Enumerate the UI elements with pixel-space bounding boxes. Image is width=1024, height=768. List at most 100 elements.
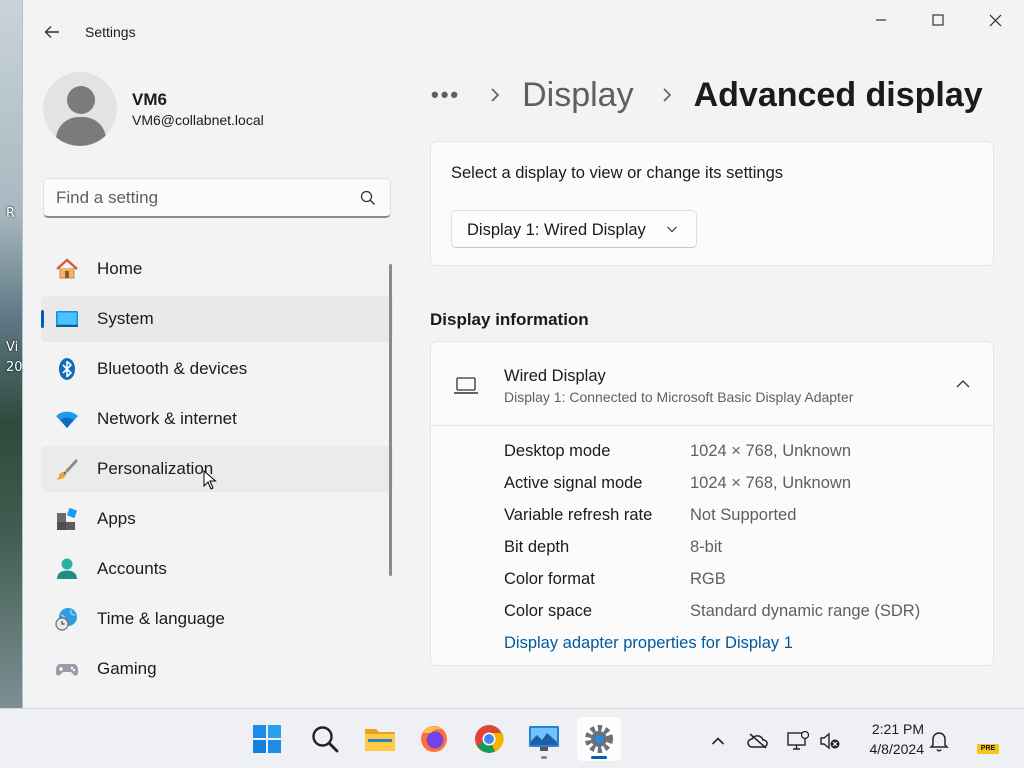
start-icon	[253, 725, 281, 753]
globe-clock-icon	[55, 608, 77, 631]
taskbar-search-button[interactable]	[303, 717, 347, 761]
info-row-color-space: Color space Standard dynamic range (SDR)	[504, 602, 984, 626]
info-key: Desktop mode	[504, 442, 611, 460]
maximize-icon	[932, 14, 944, 26]
display-info-header[interactable]: Wired Display Display 1: Connected to Mi…	[431, 342, 993, 426]
info-value: 1024 × 768, Unknown	[690, 474, 851, 492]
sidebar-item-gaming[interactable]: Gaming	[41, 646, 393, 692]
chevron-up-icon	[711, 737, 725, 745]
adapter-properties-link[interactable]: Display adapter properties for Display 1	[504, 634, 793, 653]
app-title: Settings	[85, 24, 136, 40]
sidebar-item-label: Accounts	[97, 559, 167, 578]
sidebar-item-label: Network & internet	[97, 409, 237, 428]
taskbar-firefox[interactable]	[412, 717, 456, 761]
info-value: 8-bit	[690, 538, 723, 556]
monitor-app-icon	[529, 726, 559, 751]
display-subtitle: Display 1: Connected to Microsoft Basic …	[504, 389, 854, 405]
sidebar-item-personalization[interactable]: Personalization	[41, 446, 393, 492]
mouse-cursor-icon	[203, 470, 217, 490]
avatar-head	[67, 86, 95, 114]
settings-window: Settings VM6 VM6@collabnet.local Home	[22, 0, 1024, 708]
clock-time: 2:21 PM	[871, 721, 924, 737]
home-icon	[56, 258, 78, 279]
breadcrumb-item-display[interactable]: Display	[522, 76, 633, 115]
display-select-card: Select a display to view or change its s…	[430, 141, 994, 266]
taskbar: 2:21 PM 4/8/2024	[0, 708, 1024, 768]
sidebar-item-label: Gaming	[97, 659, 157, 678]
desktop-icon-label: 20	[6, 360, 23, 375]
sidebar-item-network[interactable]: Network & internet	[41, 396, 393, 442]
active-indicator	[591, 756, 607, 759]
info-value: RGB	[690, 570, 726, 588]
info-value: 1024 × 768, Unknown	[690, 442, 851, 460]
settings-icon	[585, 725, 613, 753]
display-name: Wired Display	[504, 367, 606, 385]
title-bar: Settings	[23, 0, 1024, 62]
minimize-button[interactable]	[853, 0, 909, 40]
breadcrumb: ••• Display Advanced display	[431, 72, 983, 118]
info-row-variable-refresh-rate: Variable refresh rate Not Supported	[504, 506, 984, 530]
display-info-card: Wired Display Display 1: Connected to Mi…	[430, 341, 994, 666]
show-hidden-icons-button[interactable]	[706, 729, 730, 753]
onedrive-tray-button[interactable]	[746, 729, 770, 753]
info-row-desktop-mode: Desktop mode 1024 × 768, Unknown	[504, 442, 984, 466]
user-email: VM6@collabnet.local	[132, 112, 264, 128]
back-arrow-icon	[44, 26, 59, 38]
firefox-icon	[421, 726, 447, 752]
person-icon	[57, 558, 77, 579]
search-input[interactable]	[56, 187, 346, 209]
volume-muted-icon	[820, 732, 840, 750]
chevron-right-icon	[491, 88, 500, 102]
display-dropdown[interactable]: Display 1: Wired Display	[451, 210, 697, 248]
sidebar-nav: Home System Bluetooth & devices Network	[41, 246, 393, 696]
info-row-active-signal-mode: Active signal mode 1024 × 768, Unknown	[504, 474, 984, 498]
notifications-button[interactable]	[927, 729, 951, 753]
taskbar-monitor-app[interactable]	[522, 717, 566, 761]
sidebar-item-label: System	[97, 309, 154, 328]
volume-tray-button[interactable]	[818, 729, 842, 753]
gamepad-icon	[55, 664, 79, 676]
sidebar-item-time-language[interactable]: Time & language	[41, 596, 393, 642]
sidebar-item-bluetooth[interactable]: Bluetooth & devices	[41, 346, 393, 392]
chrome-icon	[475, 725, 504, 753]
chevron-right-icon	[663, 88, 671, 102]
info-key: Active signal mode	[504, 474, 643, 492]
network-monitor-icon	[787, 731, 809, 750]
minimize-icon	[876, 19, 886, 21]
sidebar-item-apps[interactable]: Apps	[41, 496, 393, 542]
desktop-icon-label: Vi	[6, 340, 19, 355]
info-key: Color format	[504, 570, 595, 588]
sidebar-item-label: Personalization	[97, 459, 214, 478]
system-icon	[56, 311, 78, 327]
info-value: Standard dynamic range (SDR)	[690, 602, 921, 620]
sidebar-item-accounts[interactable]: Accounts	[41, 546, 393, 592]
info-row-color-format: Color format RGB	[504, 570, 984, 594]
sidebar-item-system[interactable]: System	[41, 296, 393, 342]
clock-date: 4/8/2024	[869, 741, 925, 757]
close-icon	[989, 14, 1001, 26]
display-dropdown-value: Display 1: Wired Display	[467, 221, 646, 239]
breadcrumb-overflow-button[interactable]: •••	[431, 82, 460, 108]
search-box[interactable]	[43, 178, 391, 218]
sidebar-item-home[interactable]: Home	[41, 246, 393, 292]
taskbar-settings[interactable]	[577, 717, 621, 761]
taskbar-clock[interactable]: 2:21 PM 4/8/2024	[846, 719, 925, 759]
display-select-label: Select a display to view or change its s…	[451, 164, 784, 182]
chevron-up-icon[interactable]	[949, 370, 977, 398]
maximize-button[interactable]	[910, 0, 966, 40]
close-button[interactable]	[967, 0, 1023, 40]
search-icon[interactable]	[360, 190, 376, 206]
chevron-down-icon	[667, 226, 677, 233]
info-value: Not Supported	[690, 506, 797, 524]
avatar[interactable]	[43, 72, 117, 146]
section-heading: Display information	[430, 310, 589, 329]
network-tray-button[interactable]	[786, 729, 810, 753]
sidebar-item-label: Bluetooth & devices	[97, 359, 248, 378]
start-button[interactable]	[245, 717, 289, 761]
file-explorer-icon	[365, 729, 395, 751]
running-indicator	[541, 756, 547, 759]
back-button[interactable]	[37, 20, 67, 44]
taskbar-file-explorer[interactable]	[358, 717, 402, 761]
sidebar-scrollbar[interactable]	[389, 264, 392, 576]
taskbar-chrome[interactable]	[467, 717, 511, 761]
